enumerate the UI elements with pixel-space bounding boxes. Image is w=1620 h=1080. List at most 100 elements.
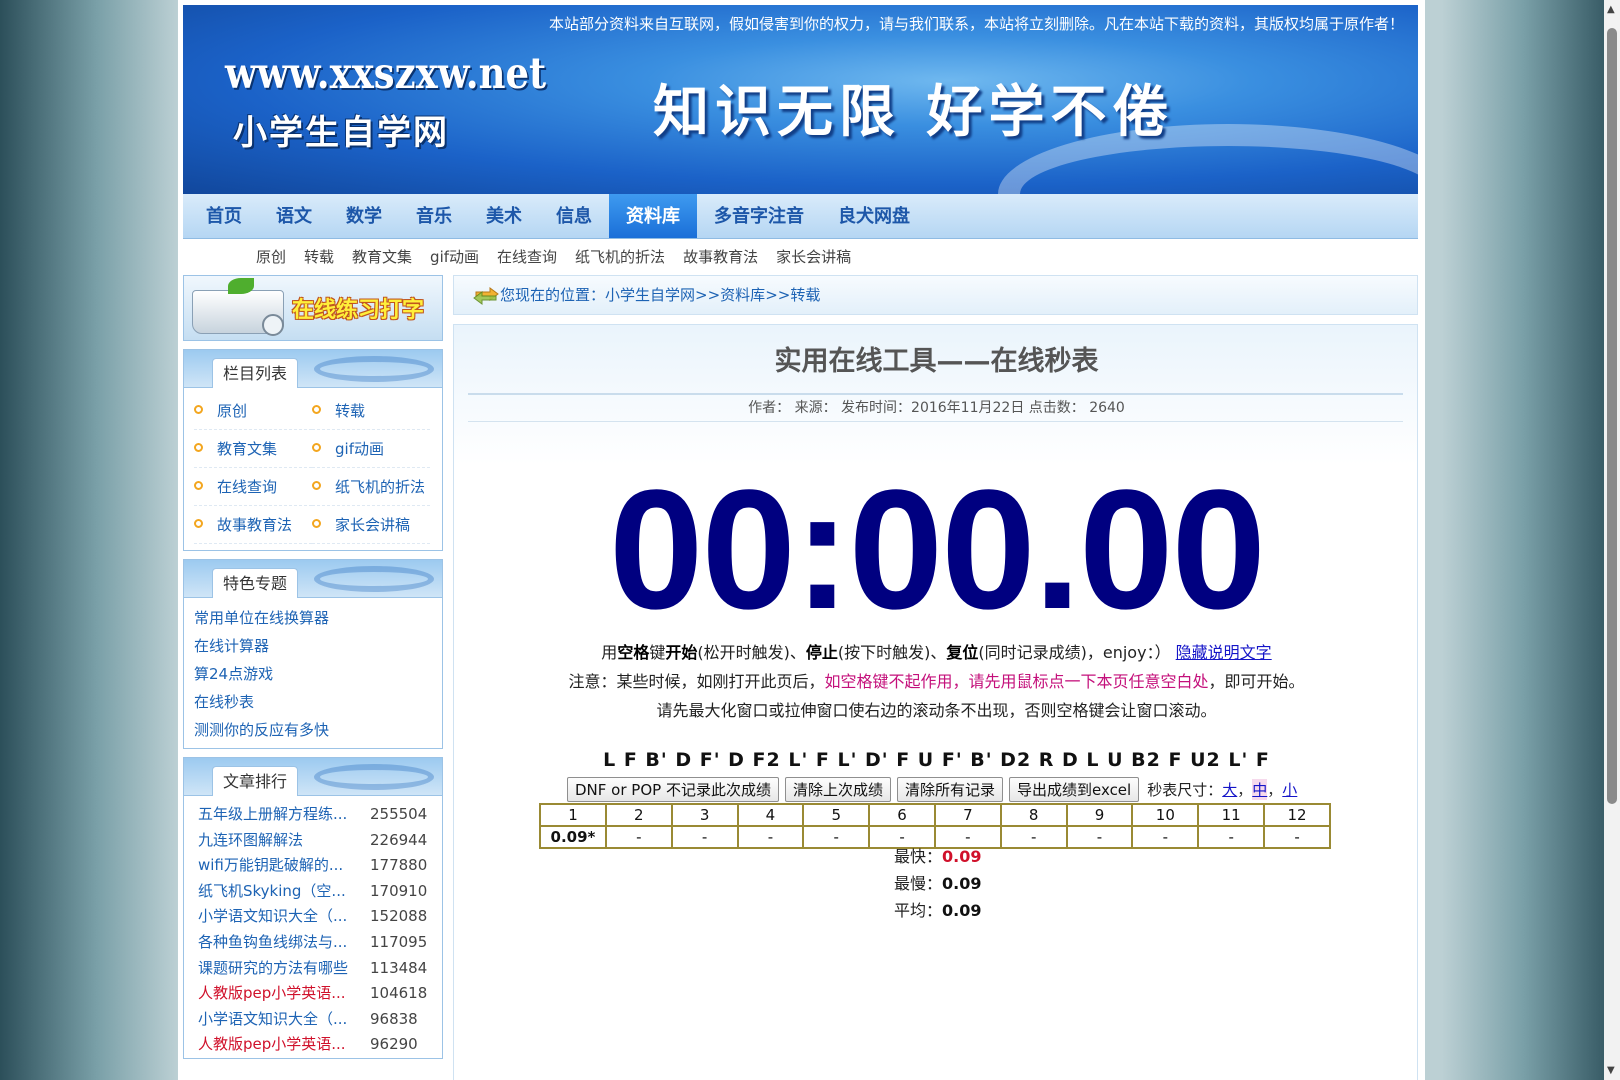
nav-item-math[interactable]: 数学 <box>329 194 399 238</box>
ranking-title-link[interactable]: 人教版pep小学英语... <box>198 981 370 1007</box>
nav-item-it[interactable]: 信息 <box>539 194 609 238</box>
result-cell: - <box>670 825 739 849</box>
columns-box: 栏目列表 原创 转载 教育文集 gif动画 在线查询 纸飞机的折法 故事教育法 … <box>183 349 443 551</box>
breadcrumb-home[interactable]: 小学生自学网 <box>605 286 695 304</box>
size-medium-link[interactable]: 中 <box>1252 779 1268 800</box>
clear-all-button[interactable]: 清除所有记录 <box>896 777 1003 802</box>
ranking-title-link[interactable]: 课题研究的方法有哪些 <box>198 956 370 982</box>
subnav-item-parent-meeting[interactable]: 家长会讲稿 <box>776 246 851 268</box>
results-header-cell: 7 <box>933 803 1002 827</box>
breadcrumb-library[interactable]: 资料库 <box>720 286 765 304</box>
nav-item-art[interactable]: 美术 <box>469 194 539 238</box>
featured-item[interactable]: 算24点游戏 <box>194 660 432 688</box>
ranking-row: 纸飞机Skyking（空... 170910 <box>198 879 432 905</box>
results-header-cell: 10 <box>1131 803 1200 827</box>
nav-item-polyphone[interactable]: 多音字注音 <box>697 194 821 238</box>
featured-item[interactable]: 常用单位在线换算器 <box>194 604 432 632</box>
fastest-stat: 最快：0.09 <box>894 847 982 866</box>
title-divider <box>468 393 1403 395</box>
subnav-item-online-query[interactable]: 在线查询 <box>497 246 557 268</box>
size-large-link[interactable]: 大 <box>1222 779 1237 800</box>
featured-item[interactable]: 在线计算器 <box>194 632 432 660</box>
result-cell: - <box>604 825 673 849</box>
featured-item[interactable]: 在线秒表 <box>194 688 432 716</box>
ranking-title-link[interactable]: 九连环图解解法 <box>198 828 370 854</box>
article-meta: 作者： 来源： 发布时间：2016年11月22日 点击数： 2640 <box>748 400 1125 416</box>
breadcrumb-separator: >> <box>695 286 721 304</box>
subnav-item-essays[interactable]: 教育文集 <box>352 246 412 268</box>
article-title: 实用在线工具——在线秒表 <box>774 346 1099 377</box>
ranking-title-link[interactable]: 五年级上册解方程练... <box>198 802 370 828</box>
circle-bullet-icon <box>312 405 321 414</box>
slowest-value: 0.09 <box>942 874 982 893</box>
instruction-line-1: 用空格键开始(松开时触发)、停止(按下时触发)、复位(同时记录成绩)，enjoy… <box>601 643 1272 662</box>
column-item[interactable]: gif动画 <box>312 430 430 468</box>
subnav-item-repost[interactable]: 转载 <box>304 246 334 268</box>
columns-list: 原创 转载 教育文集 gif动画 在线查询 纸飞机的折法 故事教育法 家长会讲稿 <box>184 388 442 544</box>
featured-list: 常用单位在线换算器 在线计算器 算24点游戏 在线秒表 测测你的反应有多快 <box>184 598 442 748</box>
nav-item-music[interactable]: 音乐 <box>399 194 469 238</box>
ranking-title-link[interactable]: 小学语文知识大全（... <box>198 1007 370 1033</box>
column-item[interactable]: 原创 <box>194 392 312 430</box>
nav-item-netdisk[interactable]: 良犬网盘 <box>821 194 927 238</box>
circle-bullet-icon <box>312 481 321 490</box>
column-item[interactable]: 故事教育法 <box>194 506 312 544</box>
result-cell: - <box>1263 825 1331 849</box>
circle-bullet-icon <box>312 519 321 528</box>
page: 本站部分资料来自互联网，假如侵害到你的权力，请与我们联系，本站将立刻删除。凡在本… <box>178 0 1425 1080</box>
clear-last-button[interactable]: 清除上次成绩 <box>784 777 891 802</box>
ranking-count: 170910 <box>370 881 428 900</box>
ranking-title-link[interactable]: 各种鱼钩鱼线绑法与... <box>198 930 370 956</box>
scroll-down-arrow-icon[interactable]: ▼ <box>1607 1065 1615 1076</box>
ranking-title-link[interactable]: 小学语文知识大全（... <box>198 904 370 930</box>
ranking-header: 文章排行 <box>184 758 442 796</box>
average-stat: 平均：0.09 <box>894 901 982 920</box>
ranking-row: 人教版pep小学英语... 96290 <box>198 1032 432 1058</box>
scroll-up-arrow-icon[interactable]: ▲ <box>1607 4 1615 15</box>
sub-nav: 原创 转载 教育文集 gif动画 在线查询 纸飞机的折法 故事教育法 家长会讲稿 <box>256 246 869 268</box>
breadcrumb-prefix: 您现在的位置： <box>500 286 606 304</box>
size-label: 秒表尺寸： <box>1147 781 1223 799</box>
column-item[interactable]: 在线查询 <box>194 468 312 506</box>
featured-box: 特色专题 常用单位在线换算器 在线计算器 算24点游戏 在线秒表 测测你的反应有… <box>183 559 443 749</box>
column-item[interactable]: 转载 <box>312 392 430 430</box>
column-item[interactable]: 家长会讲稿 <box>312 506 430 544</box>
instruction-line-3: 请先最大化窗口或拉伸窗口使右边的滚动条不出现，否则空格键会让窗口滚动。 <box>656 701 1217 720</box>
stopwatch-display[interactable]: 00:00.00 <box>454 465 1419 635</box>
ranking-title-link[interactable]: wifi万能钥匙破解的... <box>198 853 370 879</box>
nav-item-chinese[interactable]: 语文 <box>259 194 329 238</box>
size-small-link[interactable]: 小 <box>1282 779 1297 800</box>
page-scrollbar[interactable]: ▲ ▼ <box>1604 0 1620 1080</box>
ranking-title-link[interactable]: 纸飞机Skyking（空... <box>198 879 370 905</box>
sidebar: 在线练习打字 栏目列表 原创 转载 教育文集 gif动画 在线查询 纸飞机的折法… <box>183 275 443 1059</box>
hide-instructions-link[interactable]: 隐藏说明文字 <box>1176 643 1272 662</box>
typing-practice-banner[interactable]: 在线练习打字 <box>183 275 443 341</box>
column-item[interactable]: 教育文集 <box>194 430 312 468</box>
column-item[interactable]: 纸飞机的折法 <box>312 468 430 506</box>
export-excel-button[interactable]: 导出成绩到excel <box>1008 777 1140 802</box>
scroll-thumb[interactable] <box>1607 28 1617 804</box>
meta-divider <box>468 421 1403 422</box>
subnav-item-story-education[interactable]: 故事教育法 <box>683 246 758 268</box>
site-url-logo: www.xxszxw.net <box>225 49 547 99</box>
ranking-count: 104618 <box>370 984 428 1003</box>
nav-item-home[interactable]: 首页 <box>189 194 259 238</box>
featured-title: 特色专题 <box>212 568 299 598</box>
ranking-row: 小学语文知识大全（... 96838 <box>198 1007 432 1033</box>
results-header-cell: 11 <box>1197 803 1266 827</box>
result-cell: - <box>736 825 805 849</box>
nav-item-library[interactable]: 资料库 <box>609 194 697 238</box>
result-cell: - <box>802 825 871 849</box>
dnf-button[interactable]: DNF or POP 不记录此次成绩 <box>567 777 779 802</box>
featured-item[interactable]: 测测你的反应有多快 <box>194 716 432 744</box>
featured-header: 特色专题 <box>184 560 442 598</box>
ranking-title-link[interactable]: 人教版pep小学英语... <box>198 1032 370 1058</box>
subnav-item-paper-plane[interactable]: 纸飞机的折法 <box>575 246 665 268</box>
ranking-row: 小学语文知识大全（... 152088 <box>198 904 432 930</box>
ranking-row: 人教版pep小学英语... 104618 <box>198 981 432 1007</box>
subnav-item-original[interactable]: 原创 <box>256 246 286 268</box>
breadcrumb-repost[interactable]: 转载 <box>790 286 820 304</box>
subnav-item-gif[interactable]: gif动画 <box>430 246 479 268</box>
ranking-box: 文章排行 五年级上册解方程练... 255504 九连环图解解法 226944 wifi… <box>183 757 443 1059</box>
results-header-cell: 12 <box>1263 803 1331 827</box>
